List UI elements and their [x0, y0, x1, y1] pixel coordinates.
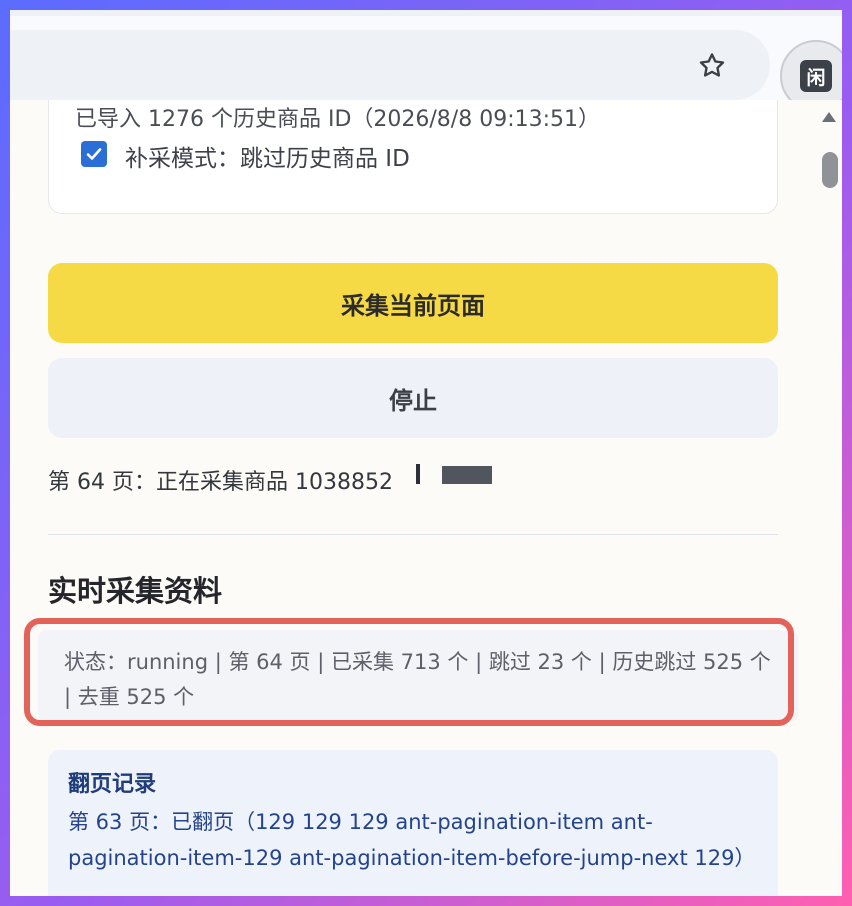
extension-panel: 已导入 1276 个历史商品 ID（2026/8/8 09:13:51） 补采模…: [10, 100, 842, 896]
page-turn-log-entry: 第 63 页：已翻页（129 129 129 ant-pagination-it…: [68, 810, 756, 870]
browser-toolbar: 闲: [10, 10, 842, 112]
page-turn-log-card: 翻页记录 第 63 页：已翻页（129 129 129 ant-paginati…: [48, 750, 778, 896]
options-card: 已导入 1276 个历史商品 ID（2026/8/8 09:13:51） 补采模…: [48, 100, 778, 214]
scroll-up-arrow-icon[interactable]: [822, 112, 836, 122]
scrollbar-thumb[interactable]: [822, 152, 838, 188]
scrollbar-track[interactable]: [818, 100, 842, 896]
checkmark-icon: [86, 148, 102, 160]
supplement-mode-label[interactable]: 补采模式：跳过历史商品 ID: [125, 139, 410, 173]
bookmark-star-icon[interactable]: [694, 48, 730, 84]
realtime-data-heading: 实时采集资料: [48, 574, 223, 608]
import-status-text: 已导入 1276 个历史商品 ID（2026/8/8 09:13:51）: [75, 107, 601, 132]
supplement-mode-checkbox[interactable]: [81, 141, 107, 167]
address-bar[interactable]: [10, 30, 770, 100]
page-turn-log-title: 翻页记录: [68, 772, 157, 797]
redaction-mark: [442, 466, 492, 484]
extension-badge-icon: 闲: [800, 60, 832, 92]
stop-button[interactable]: 停止: [48, 358, 778, 438]
tab-strip-edge: [10, 10, 842, 16]
screenshot-frame: 闲 已导入 1276 个历史商品 ID（2026/8/8 09:13:51） 补…: [10, 10, 842, 896]
progress-text: 第 64 页：正在采集商品 1038852: [48, 470, 393, 495]
collect-current-page-button[interactable]: 采集当前页面: [48, 263, 778, 343]
highlight-annotation-box: [24, 618, 794, 726]
star-icon-glyph: [699, 53, 725, 77]
section-divider: [48, 534, 778, 535]
redaction-mark: [416, 464, 420, 484]
